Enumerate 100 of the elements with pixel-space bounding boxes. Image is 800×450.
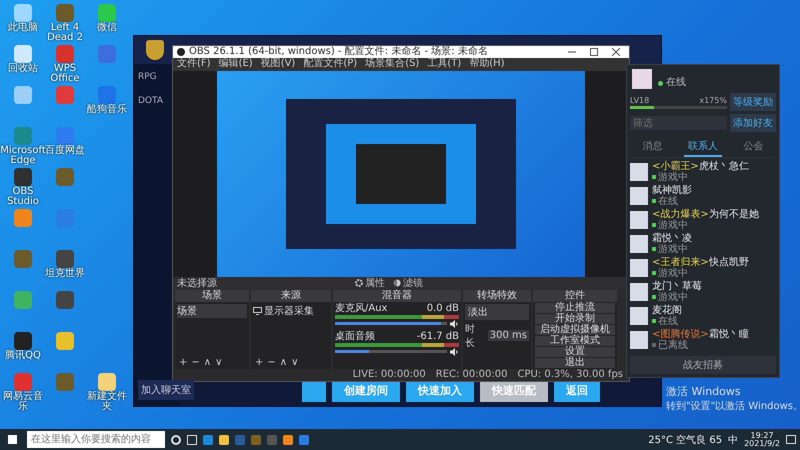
app-icon[interactable] [14, 45, 32, 63]
ime-label[interactable]: 中 [728, 432, 738, 446]
app-icon[interactable] [56, 291, 74, 309]
contact-name: 龙门丶草莓 [652, 280, 702, 292]
icon-label: 腾讯QQ [5, 351, 41, 361]
reward-button[interactable]: 等级奖励 [730, 93, 776, 111]
app-icon[interactable] [56, 250, 74, 268]
monitor-icon [253, 306, 262, 315]
tab[interactable]: 公会 [739, 137, 768, 157]
contact-item[interactable]: 弑神凯影 在线 [630, 184, 776, 207]
speaker-icon[interactable] [450, 348, 459, 356]
control-button[interactable]: 停止推流 [535, 302, 615, 313]
volume-slider[interactable] [335, 350, 447, 354]
tab[interactable]: 消息 [638, 137, 667, 157]
sidebar-item[interactable]: DOTA [138, 96, 176, 106]
transition-select[interactable]: 淡出 [465, 304, 529, 320]
icon-label: 此电脑 [8, 23, 38, 33]
avatar [630, 210, 648, 228]
source-item[interactable]: 显示器采集 [264, 304, 314, 318]
app-icon[interactable] [14, 4, 32, 22]
weather-label: 25°C 空气良 65 [648, 434, 722, 446]
notification-icon[interactable] [786, 435, 796, 444]
app-icon[interactable] [98, 373, 116, 391]
control-button[interactable]: 退出 [535, 358, 615, 368]
avatar [630, 162, 648, 180]
windows-start-icon[interactable] [8, 435, 17, 444]
activation-title: 激活 Windows [666, 384, 742, 399]
contact-item[interactable]: 霜悦丶凌 游戏中 [630, 232, 776, 255]
menu-item[interactable]: 视图(V) [260, 59, 296, 70]
app-icon[interactable] [56, 4, 74, 22]
online-status[interactable]: 在线 [666, 75, 686, 89]
contact-name: <图腾传说>霜悦丶瞳 [652, 328, 749, 340]
avatar [630, 330, 648, 348]
gear-icon [355, 279, 363, 288]
contact-item[interactable]: 龙门丶草莓 游戏中 [630, 280, 776, 303]
properties-button[interactable]: 属性 [355, 276, 385, 290]
control-button[interactable]: 开始录制 [535, 314, 615, 324]
avatar [630, 306, 648, 324]
contact-status: 已离线 [652, 340, 749, 350]
app-icon[interactable] [14, 250, 32, 268]
contact-item[interactable]: <战力爆表>为何不是她 游戏中 [630, 208, 776, 231]
toolbar-button[interactable]: + [177, 356, 190, 369]
contact-item[interactable]: <小霸王>虎杖丶急仁 游戏中 [630, 160, 776, 183]
menu-item[interactable]: 文件(F) [177, 59, 211, 70]
contact-status: 游戏中 [652, 268, 749, 278]
toolbar-button[interactable]: + [253, 356, 266, 369]
icon-label: 回收站 [8, 64, 38, 74]
tab[interactable]: 联系人 [684, 137, 722, 157]
menu-item[interactable]: 编辑(E) [218, 59, 253, 70]
contact-item[interactable]: 麦花阁 在线 [630, 304, 776, 327]
dock-title: 控件 [533, 290, 617, 302]
menu-item[interactable]: 帮助(H) [469, 59, 505, 70]
toolbar-button[interactable]: − [189, 356, 202, 369]
clock-date: 2021/9/2 [744, 440, 780, 448]
clock-time: 19:27 [750, 432, 774, 440]
toolbar-button[interactable]: ∧ [278, 356, 290, 369]
icon-label: Microsoft Edge [0, 146, 46, 166]
add-friend-button[interactable]: 添加好友 [730, 114, 776, 132]
cortana-icon[interactable] [171, 434, 181, 444]
join-chat-button[interactable]: 加入聊天室 [138, 380, 194, 400]
toolbar-button[interactable]: ∨ [289, 356, 300, 369]
avatar [630, 186, 648, 204]
task-view-icon[interactable] [187, 434, 197, 444]
app-icon[interactable] [14, 86, 32, 104]
menu-item[interactable]: 工具(T) [427, 59, 462, 70]
store-icon-button[interactable] [302, 380, 326, 402]
app-icon[interactable] [56, 332, 74, 350]
toolbar-button[interactable]: ∨ [213, 356, 224, 369]
channel-reading: 0.0 dB [426, 304, 459, 314]
maximize-icon[interactable] [590, 48, 598, 56]
search-field[interactable]: 筛选 [630, 116, 727, 130]
app-icon[interactable] [14, 332, 32, 350]
contact-status: 游戏中 [652, 292, 702, 302]
duration-field[interactable]: 300 ms [488, 330, 529, 342]
control-button[interactable]: 工作室模式 [535, 336, 615, 346]
recruit-button[interactable]: 战友招募 [630, 356, 776, 374]
toolbar-button[interactable]: − [265, 356, 278, 369]
avatar [630, 282, 648, 300]
contact-item[interactable]: <王者归来>快点凯野 游戏中 [630, 256, 776, 279]
app-icon[interactable] [56, 168, 74, 186]
search-field[interactable]: 在这里输入你要搜索的内容 [27, 431, 165, 448]
scene-item[interactable]: 场景 [177, 304, 247, 318]
speaker-icon[interactable] [450, 320, 459, 328]
contact-item[interactable]: <图腾传说>霜悦丶瞳 已离线 [630, 328, 776, 351]
cpu-status: CPU: 0.3%, 30.00 fps [517, 369, 623, 380]
sidebar-item[interactable]: RPG [138, 72, 176, 82]
shield-logo-icon [146, 40, 164, 60]
control-button[interactable]: 启动虚拟摄像机 [535, 324, 615, 335]
menu-item[interactable]: 场景集合(S) [365, 59, 420, 70]
control-button[interactable]: 设置 [535, 346, 615, 357]
filters-button[interactable]: 滤镜 [393, 276, 423, 290]
channel-name: 麦克风/Aux [335, 304, 388, 314]
contact-status: 游戏中 [652, 220, 759, 230]
app-icon[interactable] [14, 168, 32, 186]
close-icon[interactable] [612, 48, 620, 56]
menu-item[interactable]: 配置文件(P) [303, 59, 358, 70]
dock-title: 转场特效 [463, 290, 531, 302]
contact-name: 弑神凯影 [652, 184, 692, 196]
toolbar-button[interactable]: ∧ [202, 356, 214, 369]
icon-label: 新建文件夹 [86, 392, 128, 412]
